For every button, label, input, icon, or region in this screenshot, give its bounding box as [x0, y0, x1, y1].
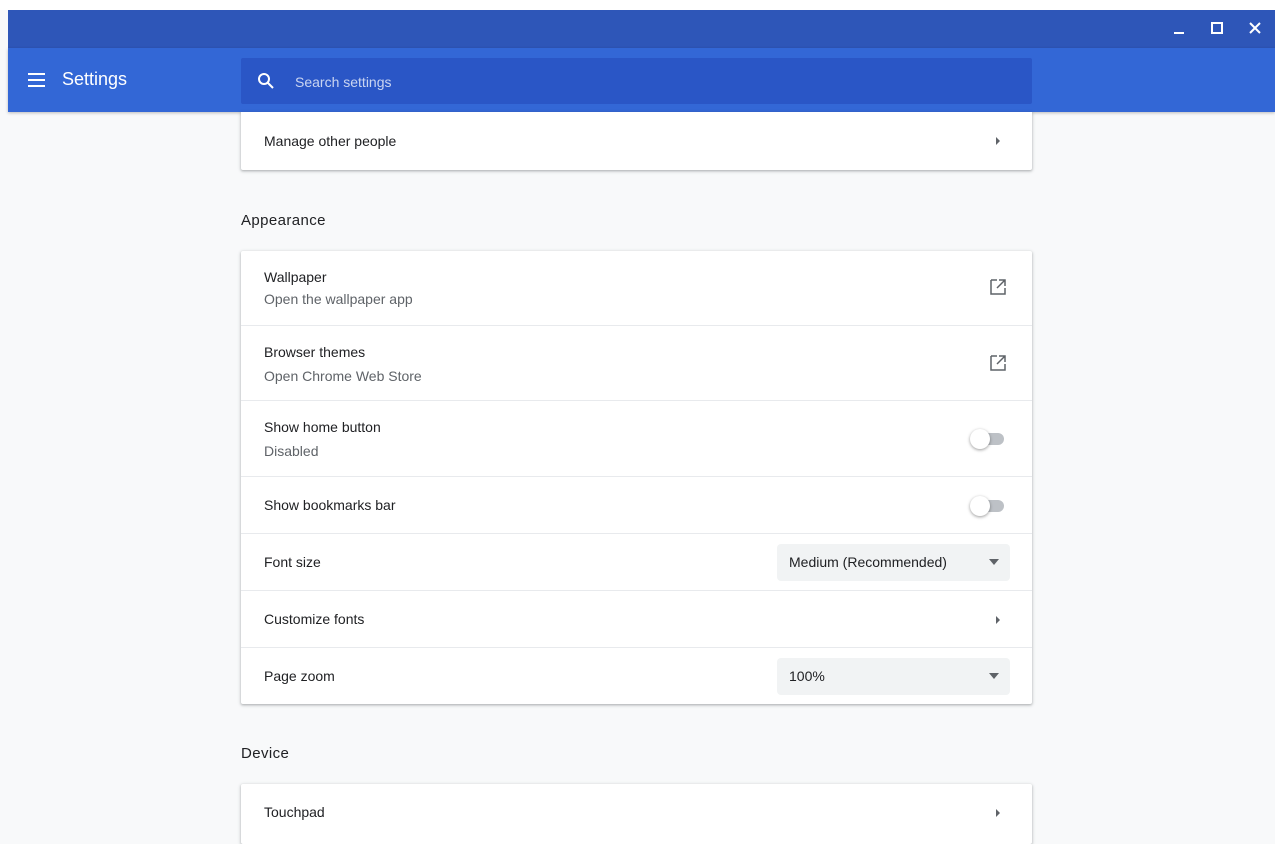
show-bookmarks-bar-row: Show bookmarks bar	[241, 477, 1032, 534]
toggle-knob	[970, 496, 990, 516]
dropdown-arrow-icon	[989, 673, 999, 679]
minimize-button[interactable]	[1169, 18, 1189, 38]
page-title: Settings	[62, 69, 128, 89]
manage-other-people-row[interactable]: Manage other people	[241, 112, 1032, 170]
dropdown-arrow-icon	[989, 559, 999, 565]
minimize-icon	[1174, 32, 1184, 34]
open-in-new-icon	[990, 279, 1006, 295]
wallpaper-title: Wallpaper	[264, 269, 327, 285]
browser-themes-title: Browser themes	[264, 344, 366, 360]
maximize-icon	[1211, 22, 1223, 34]
browser-themes-subtitle: Open Chrome Web Store	[264, 368, 422, 384]
page-zoom-title: Page zoom	[264, 668, 335, 684]
wallpaper-row[interactable]: Wallpaper Open the wallpaper app	[241, 251, 1032, 326]
open-in-new-icon	[990, 355, 1006, 371]
appearance-card: Wallpaper Open the wallpaper app Browser…	[241, 251, 1032, 704]
touchpad-title: Touchpad	[264, 804, 325, 820]
hamburger-menu-icon	[28, 73, 45, 87]
close-icon	[1249, 22, 1261, 34]
page-zoom-row: Page zoom 100%	[241, 648, 1032, 704]
appearance-heading: Appearance	[241, 212, 326, 229]
show-bookmarks-bar-title: Show bookmarks bar	[264, 497, 396, 513]
chevron-right-icon	[996, 137, 1000, 145]
touchpad-row[interactable]: Touchpad	[241, 784, 1032, 842]
device-heading: Device	[241, 745, 290, 762]
wallpaper-subtitle: Open the wallpaper app	[264, 291, 413, 307]
browser-themes-row[interactable]: Browser themes Open Chrome Web Store	[241, 326, 1032, 401]
customize-fonts-title: Customize fonts	[264, 611, 365, 627]
menu-button[interactable]	[26, 69, 48, 91]
page-zoom-select[interactable]: 100%	[777, 658, 1010, 695]
show-home-button-toggle[interactable]	[970, 429, 1006, 449]
font-size-select[interactable]: Medium (Recommended)	[777, 544, 1010, 581]
show-bookmarks-bar-toggle[interactable]	[970, 496, 1006, 516]
toggle-knob	[970, 429, 990, 449]
font-size-selected: Medium (Recommended)	[789, 554, 947, 570]
window-controls	[1169, 18, 1265, 38]
font-size-title: Font size	[264, 554, 321, 570]
chevron-right-icon	[996, 809, 1000, 817]
search-box[interactable]	[241, 58, 1032, 106]
show-home-button-row: Show home button Disabled	[241, 401, 1032, 477]
device-card: Touchpad	[241, 784, 1032, 844]
show-home-button-subtitle: Disabled	[264, 443, 319, 459]
search-input[interactable]	[293, 58, 1017, 106]
close-button[interactable]	[1245, 18, 1265, 38]
font-size-row: Font size Medium (Recommended)	[241, 534, 1032, 591]
maximize-button[interactable]	[1207, 18, 1227, 38]
manage-other-people-label: Manage other people	[264, 133, 397, 149]
search-icon	[258, 73, 274, 89]
top-strip	[0, 0, 1275, 10]
settings-toolbar: Settings	[8, 48, 1275, 112]
customize-fonts-row[interactable]: Customize fonts	[241, 591, 1032, 648]
people-card: Manage other people	[241, 112, 1032, 170]
window-titlebar	[8, 10, 1275, 48]
chevron-right-icon	[996, 616, 1000, 624]
page-zoom-selected: 100%	[789, 668, 825, 684]
show-home-button-title: Show home button	[264, 419, 381, 435]
